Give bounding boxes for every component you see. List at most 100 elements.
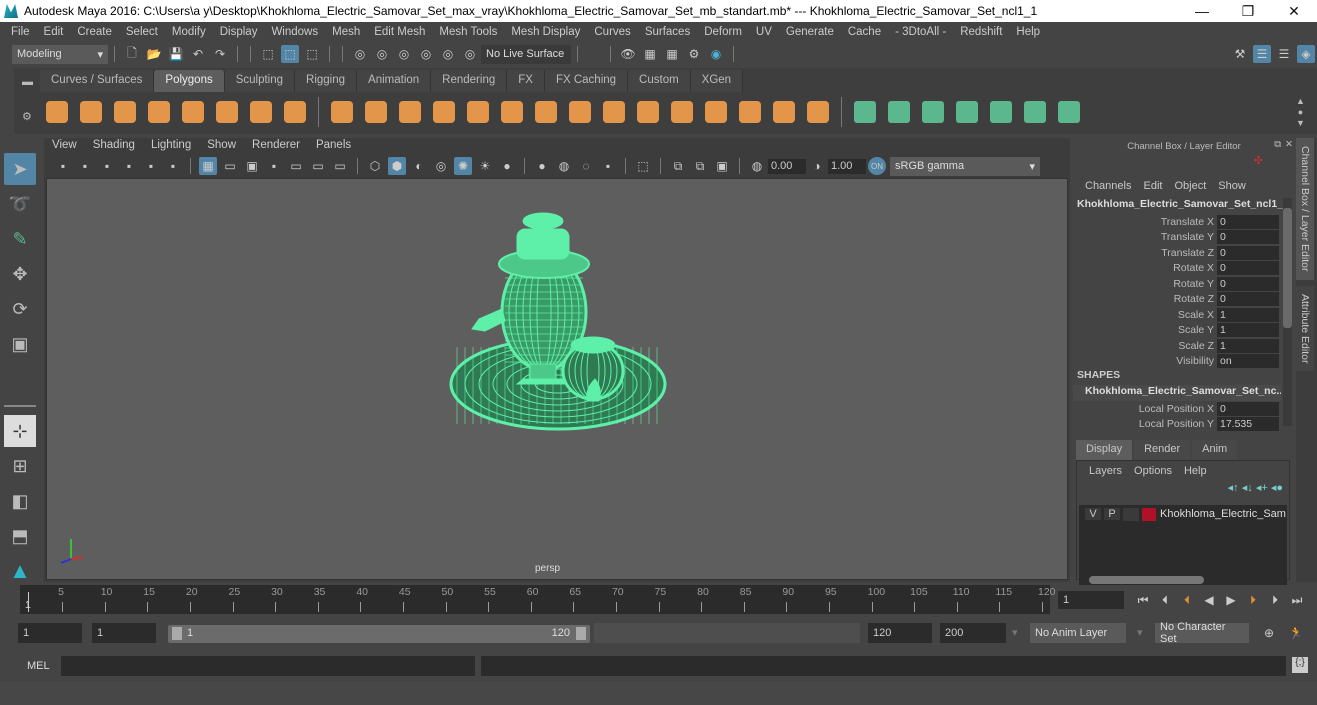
channel-label[interactable]: Rotate Y — [1073, 278, 1217, 290]
current-frame-field[interactable]: 1 — [1058, 591, 1124, 609]
snap-view-plane-icon[interactable]: ◎ — [417, 45, 435, 63]
spherical-uv-icon[interactable] — [916, 96, 950, 128]
menu-create[interactable]: Create — [70, 26, 119, 38]
poly-cone-icon[interactable] — [142, 96, 176, 128]
layer-menu-options[interactable]: Options — [1128, 465, 1178, 477]
extrude-icon[interactable] — [461, 96, 495, 128]
menu-select[interactable]: Select — [119, 26, 165, 38]
shelf-menu-icon[interactable]: ▬ — [22, 76, 33, 88]
xray-joints-icon[interactable]: ▣ — [713, 157, 731, 175]
channel-label[interactable]: Translate Z — [1073, 247, 1217, 259]
redo-icon[interactable]: ↷ — [211, 45, 229, 63]
channel-value-field[interactable]: 1 — [1217, 307, 1279, 322]
rotate-tool-icon[interactable]: ⟳ — [4, 293, 36, 325]
render-frame-icon[interactable]: ▦ — [641, 45, 659, 63]
channel-box-toggle-icon[interactable]: ◈ — [1297, 45, 1315, 63]
menu-mesh-tools[interactable]: Mesh Tools — [432, 26, 504, 38]
float-panel-icon[interactable]: ⧉ — [1274, 139, 1281, 150]
poly-cylinder-icon[interactable] — [108, 96, 142, 128]
channel-row[interactable]: Scale Z1 — [1073, 338, 1295, 354]
target-weld-icon[interactable] — [665, 96, 699, 128]
motion-blur-icon[interactable]: ◍ — [555, 157, 573, 175]
wireframe-on-shaded-icon[interactable]: ◎ — [432, 157, 450, 175]
move-tool-icon[interactable]: ✥ — [4, 258, 36, 290]
panel-menu-show[interactable]: Show — [199, 139, 244, 155]
menu-curves[interactable]: Curves — [587, 26, 637, 38]
channel-label[interactable]: Translate X — [1073, 216, 1217, 228]
paint-select-tool-icon[interactable]: ✎ — [4, 223, 36, 255]
combine-icon[interactable] — [325, 96, 359, 128]
channel-label[interactable]: Local Position Y — [1073, 418, 1217, 430]
animation-preferences-icon[interactable]: 🏃 — [1287, 624, 1305, 642]
safe-action-icon[interactable]: ▭ — [309, 157, 327, 175]
resolution-gate-icon[interactable]: ▣ — [243, 157, 261, 175]
layer-tab-render[interactable]: Render — [1134, 440, 1191, 460]
playback-end-field[interactable]: 120 — [868, 623, 932, 643]
exposure-field[interactable]: 0.00 — [768, 158, 806, 174]
uv-editor-icon[interactable] — [1018, 96, 1052, 128]
time-slider[interactable]: 1 5 10 15 20 25 30 35 40 45 50 55 60 65 70 75 80 85 90 95 10… — [20, 585, 1056, 614]
close-panel-icon[interactable]: ✕ — [1285, 139, 1293, 150]
maya-home-icon[interactable]: ▲ — [4, 555, 36, 587]
snap-magnet-icon[interactable]: ◎ — [461, 45, 479, 63]
new-scene-icon[interactable]: 🗋 — [123, 45, 141, 63]
textured-icon[interactable]: ✺ — [454, 157, 472, 175]
channel-menu-show[interactable]: Show — [1212, 180, 1252, 192]
layer-menu-help[interactable]: Help — [1178, 465, 1213, 477]
poly-sphere-icon[interactable] — [40, 96, 74, 128]
layer-visibility-toggle[interactable]: V — [1085, 508, 1101, 520]
layer-playback-toggle[interactable]: P — [1104, 508, 1120, 520]
shelf-tab-fx-caching[interactable]: FX Caching — [544, 70, 629, 92]
channel-label[interactable]: Visibility — [1073, 355, 1217, 367]
channel-row[interactable]: Rotate Z0 — [1073, 292, 1295, 308]
channel-row[interactable]: Translate Y0 — [1073, 230, 1295, 246]
command-language-label[interactable]: MEL — [27, 660, 50, 672]
menu-mesh-display[interactable]: Mesh Display — [504, 26, 587, 38]
append-icon[interactable] — [597, 96, 631, 128]
gamma-icon[interactable]: ◑ — [808, 157, 826, 175]
channel-value-field[interactable]: 0 — [1217, 292, 1279, 307]
grid-icon[interactable]: ▦ — [199, 157, 217, 175]
bevel2-icon[interactable] — [767, 96, 801, 128]
step-forward-frame-icon[interactable]: ⏵ — [1266, 591, 1284, 609]
scrollbar-thumb[interactable] — [1089, 576, 1204, 584]
lasso-tool-icon[interactable]: ➰ — [4, 188, 36, 220]
channel-label[interactable]: Scale X — [1073, 309, 1217, 321]
menu-redshift[interactable]: Redshift — [953, 26, 1009, 38]
new-layer-icon[interactable]: ◂+ — [1256, 482, 1268, 494]
channel-label[interactable]: Local Position X — [1073, 403, 1217, 415]
color-space-dropdown[interactable]: sRGB gamma ▾ — [890, 156, 1040, 176]
bevel-icon[interactable] — [563, 96, 597, 128]
new-layer-selected-icon[interactable]: ◂● — [1271, 482, 1283, 494]
channel-row[interactable]: Rotate X0 — [1073, 261, 1295, 277]
move-layer-down-icon[interactable]: ◂↓ — [1242, 482, 1253, 494]
command-input[interactable] — [61, 656, 475, 676]
layer-name[interactable]: Khokhloma_Electric_Sam — [1160, 508, 1286, 520]
tool-settings-toggle-icon[interactable]: ☰ — [1275, 45, 1293, 63]
hypershade-icon[interactable]: ◉ — [707, 45, 725, 63]
3d-viewport[interactable] — [46, 178, 1068, 580]
play-forwards-icon[interactable]: ▶ — [1222, 591, 1240, 609]
channel-row[interactable]: Rotate Y0 — [1073, 276, 1295, 292]
channel-row[interactable]: Translate Z0 — [1073, 245, 1295, 261]
poly-pyramid-icon[interactable] — [244, 96, 278, 128]
shelf-scroll[interactable]: ▲ ● ▼ — [1296, 96, 1305, 129]
channel-row[interactable]: Visibility on — [1073, 354, 1295, 370]
channel-value-field[interactable]: 1 — [1217, 338, 1279, 353]
grease-pencil-icon[interactable]: ▪ — [164, 157, 182, 175]
2d-pan-zoom-icon[interactable]: ▪ — [142, 157, 160, 175]
menu-file[interactable]: File — [4, 26, 37, 38]
edge-loop-icon[interactable] — [699, 96, 733, 128]
minimize-button[interactable]: — — [1179, 3, 1225, 19]
separate-icon[interactable] — [359, 96, 393, 128]
open-scene-icon[interactable]: 📂 — [145, 45, 163, 63]
layer-scrollbar[interactable] — [1079, 575, 1287, 585]
safe-title-icon[interactable]: ▭ — [331, 157, 349, 175]
go-to-start-icon[interactable]: ⏮ — [1134, 591, 1152, 609]
range-end-handle[interactable] — [576, 627, 586, 640]
single-perspective-layout-icon[interactable]: ⊹ — [4, 415, 36, 447]
auto-key-icon[interactable]: ⊕ — [1260, 624, 1278, 642]
use-all-lights-icon[interactable]: ☀ — [476, 157, 494, 175]
channel-label[interactable]: Translate Y — [1073, 231, 1217, 243]
image-plane-icon[interactable]: ▪ — [120, 157, 138, 175]
